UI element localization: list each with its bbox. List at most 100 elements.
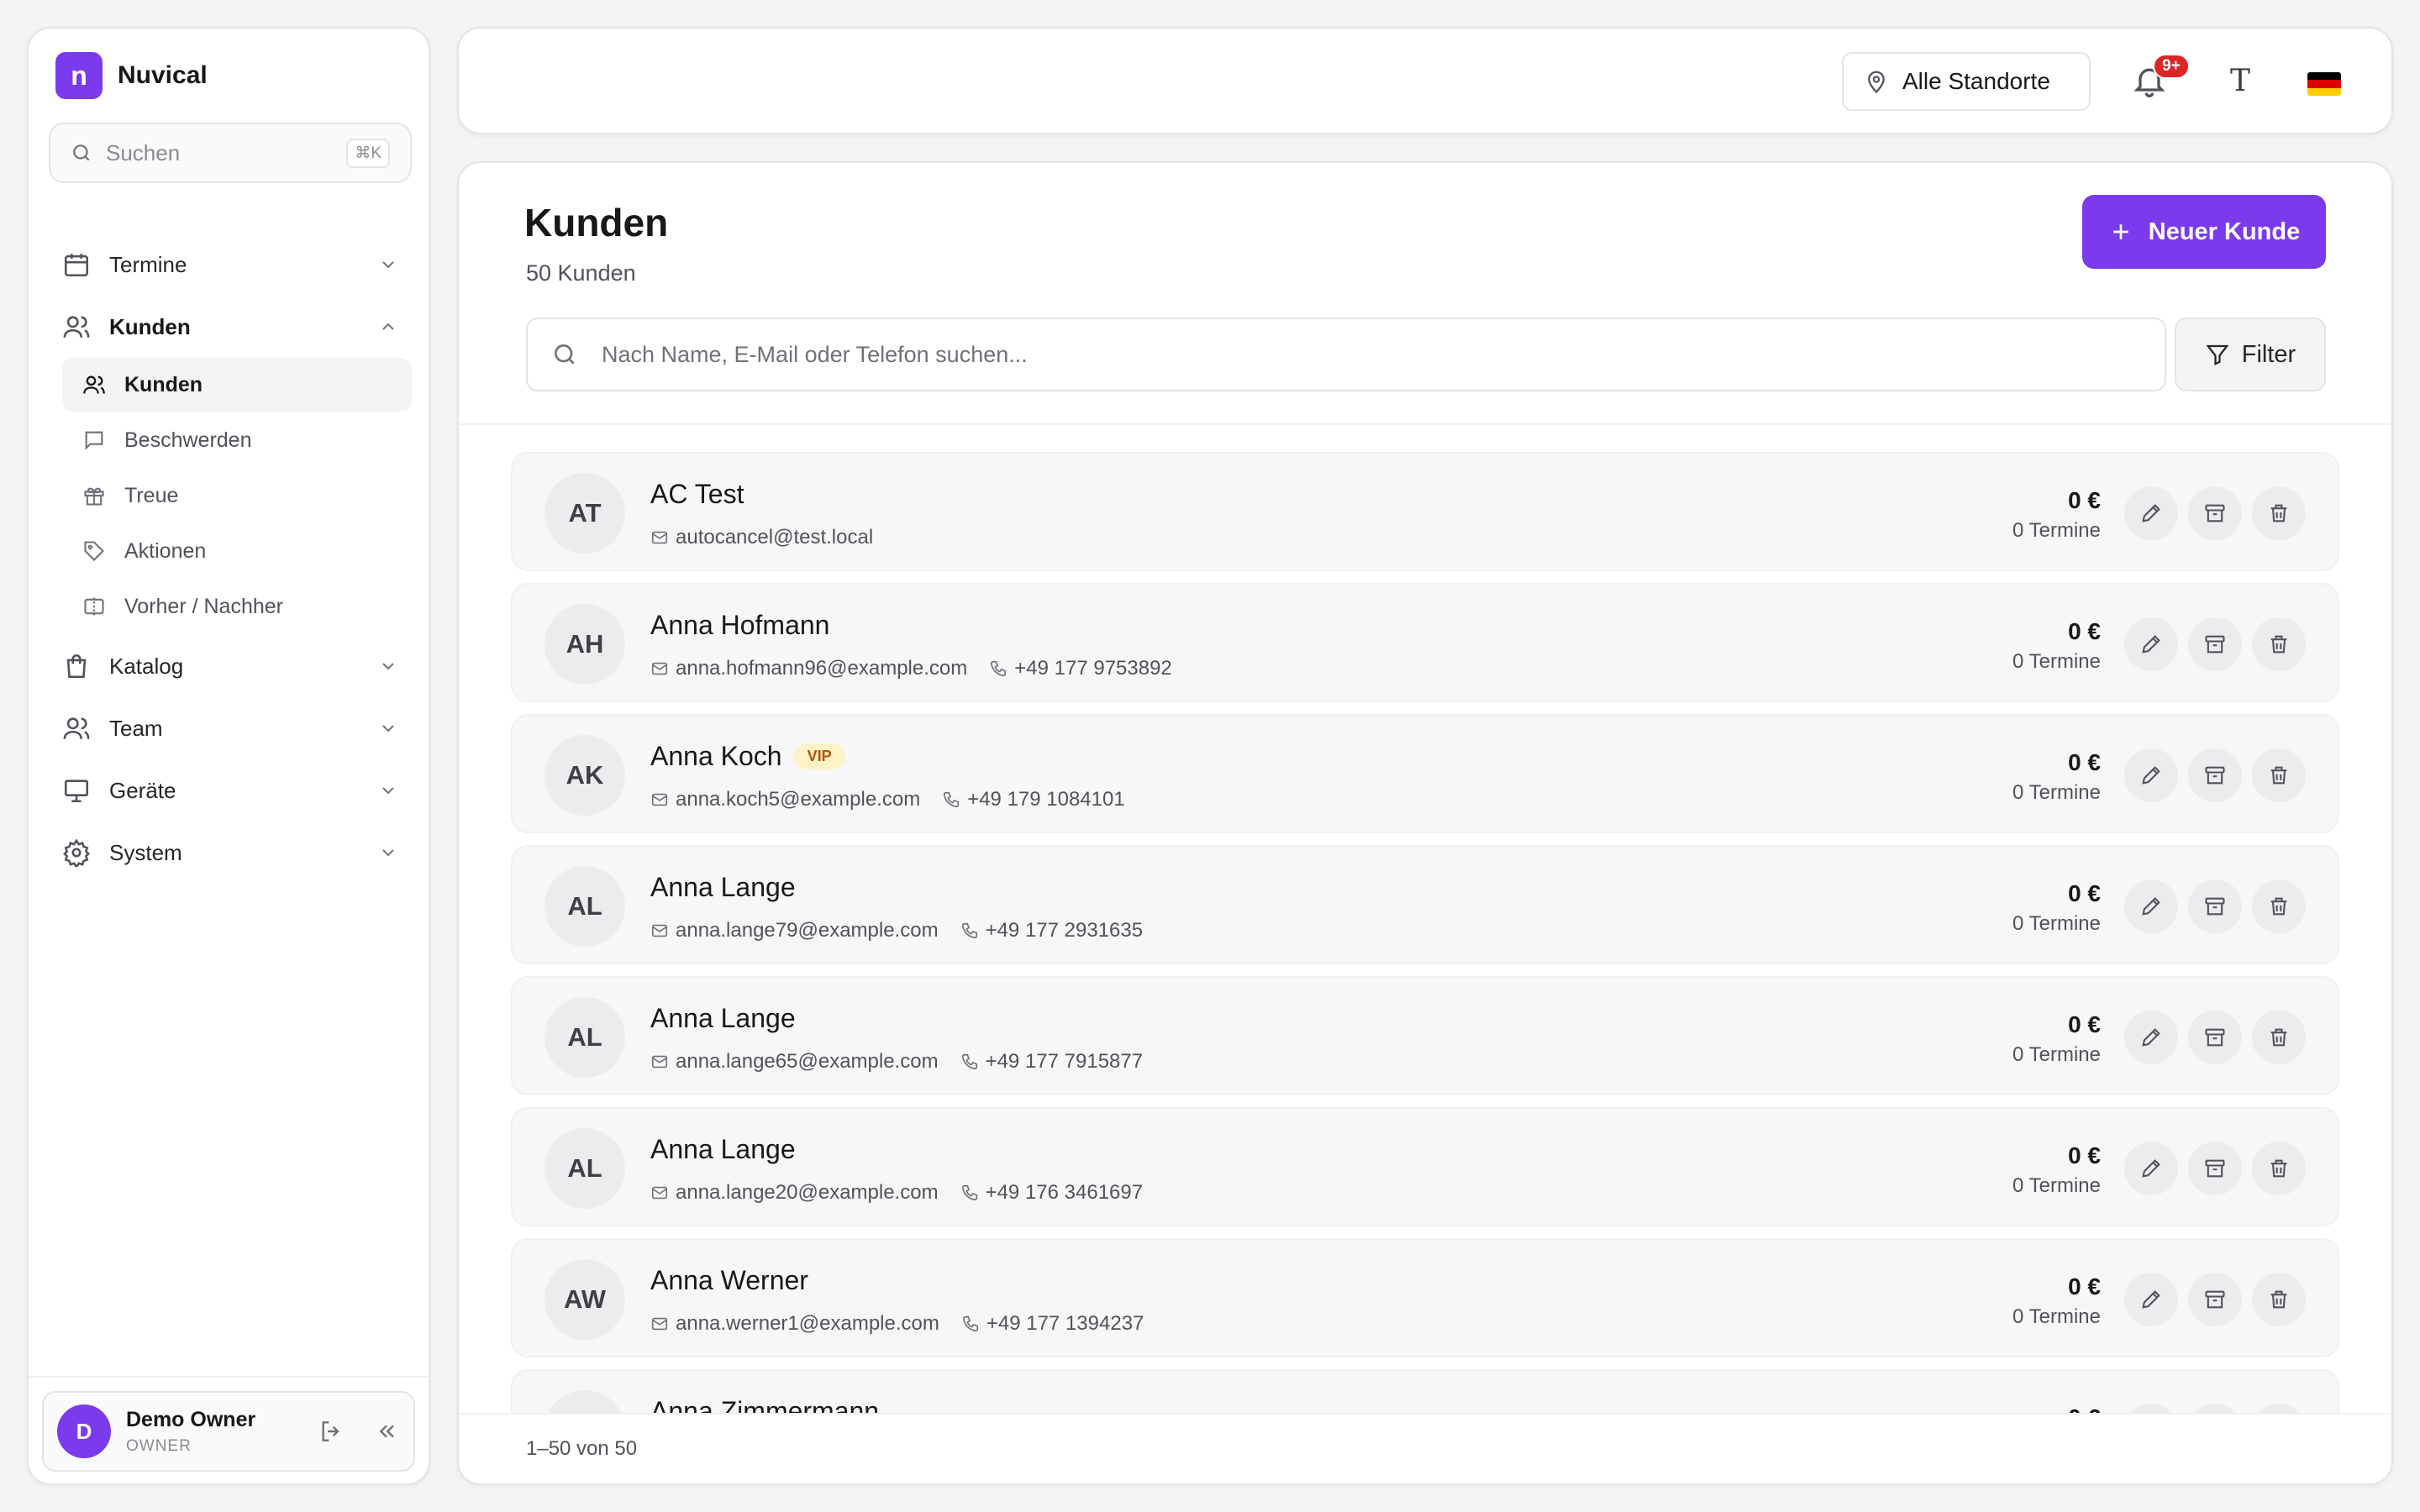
delete-button[interactable] bbox=[2252, 1273, 2306, 1326]
archive-button[interactable] bbox=[2188, 486, 2242, 540]
user-card[interactable]: D Demo Owner OWNER bbox=[42, 1391, 415, 1472]
team-icon bbox=[63, 717, 90, 739]
new-customer-label: Neuer Kunde bbox=[2148, 218, 2301, 245]
phone-wrap: +49 177 9753892 bbox=[989, 657, 1172, 680]
german-flag-icon[interactable] bbox=[2307, 72, 2341, 96]
archive-icon bbox=[2205, 897, 2225, 916]
customer-search-input[interactable] bbox=[602, 341, 2141, 368]
delete-button[interactable] bbox=[2252, 1404, 2306, 1413]
archive-button[interactable] bbox=[2188, 748, 2242, 802]
customer-name-wrap: Anna Werner bbox=[650, 1265, 808, 1296]
customer-name: Anna Werner bbox=[650, 1265, 808, 1295]
customer-row[interactable]: AL Anna Lange anna.lange20@example.com +… bbox=[511, 1107, 2339, 1226]
customer-row[interactable]: AZ Anna Zimmermann 0 € bbox=[511, 1369, 2339, 1413]
delete-button[interactable] bbox=[2252, 1142, 2306, 1195]
customer-name: Anna Hofmann bbox=[650, 610, 830, 640]
logout-icon[interactable] bbox=[318, 1418, 345, 1445]
edit-button[interactable] bbox=[2124, 486, 2178, 540]
edit-button[interactable] bbox=[2124, 1011, 2178, 1064]
customer-name-wrap: Anna Lange bbox=[650, 1003, 796, 1034]
filter-button[interactable]: Filter bbox=[2175, 318, 2326, 391]
user-meta: Demo Owner OWNER bbox=[126, 1408, 284, 1456]
delete-button[interactable] bbox=[2252, 1011, 2306, 1064]
customer-appointments: 0 Termine bbox=[2012, 781, 2101, 804]
shopping-bag-icon bbox=[66, 654, 87, 679]
sub-item-kunden[interactable]: Kunden bbox=[62, 358, 412, 412]
customer-row[interactable]: AK Anna Koch VIP anna.koch5@example.com … bbox=[511, 714, 2339, 833]
new-customer-button[interactable]: Neuer Kunde bbox=[2082, 195, 2326, 269]
customer-phone: +49 179 1084101 bbox=[967, 788, 1125, 811]
filter-label: Filter bbox=[2241, 340, 2296, 368]
nav-item-system[interactable]: System bbox=[49, 822, 412, 884]
customer-row[interactable]: AL Anna Lange anna.lange79@example.com +… bbox=[511, 845, 2339, 964]
sidebar-nav: Termine Kunden Kunden Beschwerden Treue bbox=[49, 234, 412, 884]
archive-button[interactable] bbox=[2188, 617, 2242, 671]
edit-button[interactable] bbox=[2124, 617, 2178, 671]
customer-row[interactable]: AH Anna Hofmann anna.hofmann96@example.c… bbox=[511, 583, 2339, 702]
row-actions bbox=[2124, 748, 2306, 802]
edit-button[interactable] bbox=[2124, 1142, 2178, 1195]
phone-icon bbox=[961, 1184, 977, 1201]
nav-item-kunden[interactable]: Kunden bbox=[49, 296, 412, 358]
delete-button[interactable] bbox=[2252, 879, 2306, 933]
pencil-icon bbox=[2142, 1290, 2160, 1309]
nav-label: Katalog bbox=[109, 653, 184, 679]
sub-item-aktionen[interactable]: Aktionen bbox=[62, 524, 412, 578]
nav-item-geraete[interactable]: Geräte bbox=[49, 759, 412, 822]
sub-item-beschwerden[interactable]: Beschwerden bbox=[62, 413, 412, 467]
customer-phone: +49 177 9753892 bbox=[1014, 657, 1172, 680]
edit-button[interactable] bbox=[2124, 879, 2178, 933]
sub-item-label: Kunden bbox=[124, 372, 203, 396]
email-wrap: autocancel@test.local bbox=[650, 526, 873, 549]
nav-item-termine[interactable]: Termine bbox=[49, 234, 412, 296]
trash-icon bbox=[2270, 1028, 2287, 1047]
edit-button[interactable] bbox=[2124, 1273, 2178, 1326]
gift-icon bbox=[84, 487, 104, 506]
customer-name: Anna Lange bbox=[650, 1003, 796, 1033]
phone-wrap: +49 177 2931635 bbox=[960, 919, 1143, 942]
delete-button[interactable] bbox=[2252, 486, 2306, 540]
sidebar-footer: D Demo Owner OWNER bbox=[29, 1376, 429, 1483]
customer-email: anna.hofmann96@example.com bbox=[676, 657, 968, 680]
location-label: Alle Standorte bbox=[1902, 68, 2050, 94]
customer-search[interactable] bbox=[526, 318, 2166, 391]
edit-button[interactable] bbox=[2124, 748, 2178, 802]
customer-name-wrap: Anna Zimmermann bbox=[650, 1396, 879, 1413]
delete-button[interactable] bbox=[2252, 617, 2306, 671]
sub-item-vorher-nachher[interactable]: Vorher / Nachher bbox=[62, 580, 412, 633]
sidebar-search[interactable]: Suchen ⌘K bbox=[49, 123, 412, 183]
message-square-icon bbox=[85, 431, 103, 450]
font-size-button[interactable]: T bbox=[2220, 60, 2260, 101]
archive-button[interactable] bbox=[2188, 1011, 2242, 1064]
archive-button[interactable] bbox=[2188, 879, 2242, 933]
edit-button[interactable] bbox=[2124, 1404, 2178, 1413]
customer-stats: 0 € 0 Termine bbox=[2012, 487, 2101, 543]
customer-row[interactable]: AL Anna Lange anna.lange65@example.com +… bbox=[511, 976, 2339, 1095]
customer-contact: anna.lange20@example.com +49 176 3461697 bbox=[650, 1181, 1143, 1205]
customer-row[interactable]: AW Anna Werner anna.werner1@example.com … bbox=[511, 1238, 2339, 1357]
customer-row[interactable]: AT AC Test autocancel@test.local 0 € 0 T… bbox=[511, 452, 2339, 571]
brand[interactable]: n Nuvical bbox=[55, 52, 208, 99]
mail-icon bbox=[651, 924, 668, 937]
archive-button[interactable] bbox=[2188, 1404, 2242, 1413]
location-selector[interactable]: Alle Standorte bbox=[1842, 52, 2091, 111]
collapse-sidebar-icon[interactable] bbox=[373, 1418, 400, 1445]
nav-item-katalog[interactable]: Katalog bbox=[49, 635, 412, 697]
chevron-down-icon bbox=[382, 787, 394, 795]
archive-icon bbox=[2205, 635, 2225, 654]
map-pin-icon bbox=[1868, 71, 1885, 94]
customer-email: anna.lange20@example.com bbox=[676, 1181, 939, 1204]
archive-button[interactable] bbox=[2188, 1273, 2242, 1326]
trash-icon bbox=[2270, 1159, 2287, 1178]
row-actions bbox=[2124, 486, 2306, 540]
customer-appointments: 0 Termine bbox=[2012, 912, 2101, 935]
delete-button[interactable] bbox=[2252, 748, 2306, 802]
compare-icon bbox=[84, 597, 104, 616]
sub-item-treue[interactable]: Treue bbox=[62, 469, 412, 522]
customer-avatar: AK bbox=[544, 735, 625, 816]
nav-item-team[interactable]: Team bbox=[49, 697, 412, 759]
archive-button[interactable] bbox=[2188, 1142, 2242, 1195]
trash-icon bbox=[2270, 504, 2287, 522]
customer-phone: +49 177 7915877 bbox=[985, 1050, 1144, 1073]
tag-icon bbox=[84, 541, 104, 561]
